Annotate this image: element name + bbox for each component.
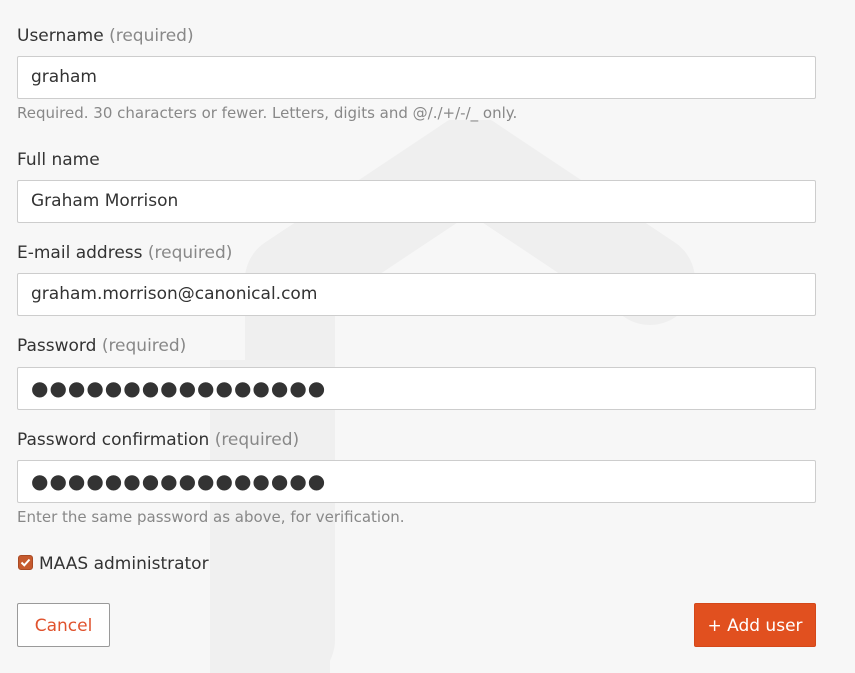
checkmark-icon: [20, 558, 31, 567]
password-confirmation-help-text: Enter the same password as above, for ve…: [17, 508, 405, 526]
email-label: E-mail address (required): [17, 243, 233, 263]
email-input[interactable]: graham.morrison@canonical.com: [17, 273, 816, 316]
full-name-value: Graham Morrison: [31, 191, 179, 211]
add-user-button[interactable]: + Add user: [694, 603, 816, 647]
password-confirmation-input[interactable]: ●●●●●●●●●●●●●●●●: [17, 460, 816, 503]
password-masked-value: ●●●●●●●●●●●●●●●●: [31, 376, 327, 400]
cancel-button[interactable]: Cancel: [17, 603, 110, 647]
admin-checkbox[interactable]: [18, 554, 33, 570]
username-label: Username (required): [17, 26, 194, 46]
password-confirmation-masked-value: ●●●●●●●●●●●●●●●●: [31, 469, 327, 493]
add-user-form-page: Username (required) graham Required. 30 …: [0, 0, 855, 673]
username-input[interactable]: graham: [17, 56, 816, 99]
password-label: Password (required): [17, 336, 187, 356]
full-name-input[interactable]: Graham Morrison: [17, 180, 816, 223]
password-input[interactable]: ●●●●●●●●●●●●●●●●: [17, 367, 816, 410]
email-value: graham.morrison@canonical.com: [31, 284, 318, 304]
username-help-text: Required. 30 characters or fewer. Letter…: [17, 104, 518, 122]
password-confirmation-label: Password confirmation (required): [17, 430, 300, 450]
username-value: graham: [31, 67, 97, 87]
admin-checkbox-label: MAAS administrator: [39, 554, 209, 574]
full-name-label: Full name: [17, 150, 100, 170]
admin-checkbox-row[interactable]: MAAS administrator: [17, 552, 209, 576]
